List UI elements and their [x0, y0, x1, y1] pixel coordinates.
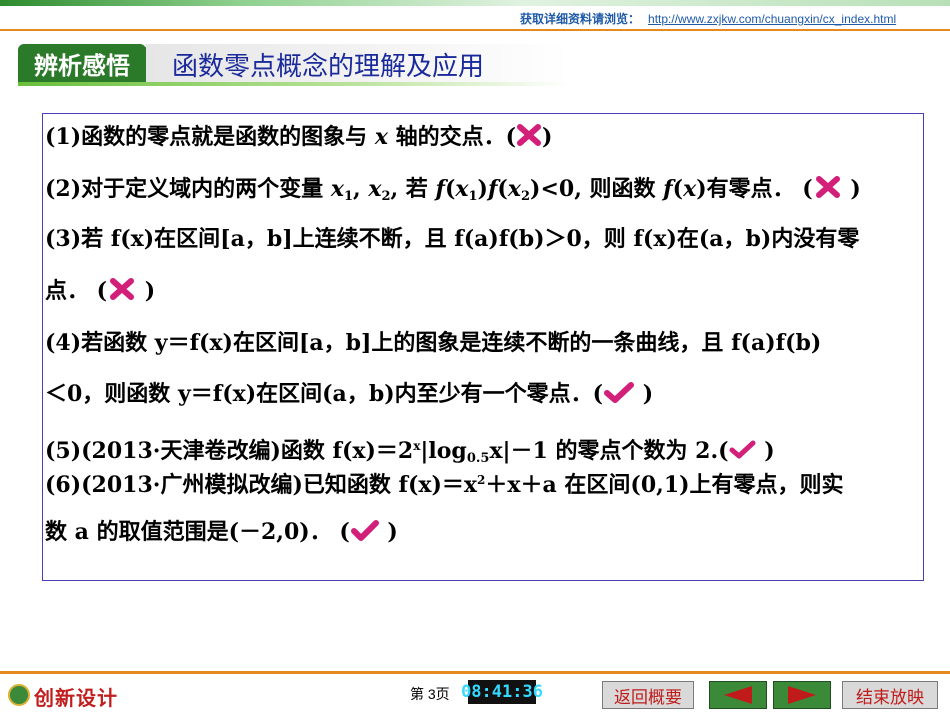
publisher-logo: 创新设计 [8, 680, 128, 710]
check-icon [603, 381, 635, 409]
back-to-summary-button[interactable]: 返回概要 [602, 681, 694, 709]
next-slide-button[interactable] [773, 681, 831, 709]
item-2-func: f [435, 176, 445, 202]
item-2-func: f [663, 176, 673, 202]
top-decor-strip [0, 0, 950, 6]
logo-emblem-icon [8, 684, 30, 706]
item-2-sub: 1 [468, 189, 478, 204]
item-5-text: |log [420, 438, 467, 464]
item-5-source: 天津卷改编 [160, 439, 271, 464]
check-icon [729, 439, 757, 465]
item-2-text: 有零点． [706, 176, 795, 202]
item-2: (2)对于定义域内的两个变量 x1, x2, 若 f(x1)f(x2)<0, 则… [45, 176, 861, 204]
item-5-text: (5)(2013· [45, 438, 161, 464]
item-2-var: x [507, 176, 521, 202]
item-2-paren: ) [696, 176, 707, 202]
item-2-paren: ( [444, 176, 456, 202]
item-3-line-1: (3)若 f(x)在区间[a，b]上连续不断，且 f(a)f(b)＞0，则 f(… [45, 226, 860, 252]
item-2-var: x [368, 176, 382, 202]
item-2-text: 对于定义域内的两个变量 [81, 176, 331, 202]
item-2-comma: , [352, 176, 369, 202]
resource-link-label: 获取详细资料请浏览： [520, 12, 641, 26]
item-2-var: x [683, 176, 697, 202]
cross-icon [813, 176, 843, 204]
check-icon [350, 519, 380, 547]
item-5-sub: 0.5 [466, 451, 490, 466]
footer-divider [0, 671, 950, 674]
page-number: 第 3页 [410, 686, 450, 702]
item-2-text: , 若 [390, 176, 436, 202]
arrow-left-icon [724, 686, 752, 704]
item-4-text: ＜0，则函数 y＝f(x)在区间(a，b)内至少有一个零点． [45, 381, 593, 407]
item-4-line-1: (4)若函数 y＝f(x)在区间[a，b]上的图象是连续不断的一条曲线，且 f(… [45, 330, 822, 356]
logo-text: 创新设计 [34, 686, 118, 710]
clock-display: 08:41:36 [461, 680, 543, 704]
item-3-text: 点． [45, 278, 90, 304]
item-6-text: ＋x＋a 在区间(0,1)上有零点，则实 [485, 472, 844, 498]
item-1-number: (1) [45, 124, 82, 150]
item-1-text: 函数的零点就是函数的图象与 [81, 124, 375, 150]
section-badge: 辨析感悟 [18, 44, 146, 82]
item-2-sub: 2 [520, 189, 531, 204]
item-5-text: x|－1 的零点个数为 2. [489, 438, 719, 464]
item-6-source: 广州模拟改编 [160, 473, 293, 498]
cross-icon [516, 124, 542, 152]
arrow-right-icon [788, 686, 816, 704]
item-2-text: , 则函数 [574, 176, 664, 202]
header-divider [0, 29, 950, 31]
item-5-text: )函数 f(x)＝2 [270, 438, 414, 464]
item-2-var: x [330, 176, 344, 202]
item-6-line-2: 数 a 的取值范围是(－2,0)． ( ) [45, 519, 398, 547]
prev-slide-button[interactable] [709, 681, 767, 709]
item-2-text: <0 [540, 176, 575, 202]
item-2-paren: ( [672, 176, 684, 202]
resource-link-url[interactable]: http://www.zxjkw.com/chuangxin/cx_index.… [648, 12, 896, 26]
section-title: 函数零点概念的理解及应用 [172, 52, 485, 82]
cross-icon [107, 278, 137, 306]
item-2-func: f [487, 176, 498, 202]
item-6-line-1: (6)(2013·广州模拟改编)已知函数 f(x)＝x2＋x＋a 在区间(0,1… [45, 467, 844, 499]
item-6-text: )已知函数 f(x)＝x [292, 472, 478, 498]
item-3-line-2: 点． ( ) [45, 278, 156, 306]
item-4-line-2: ＜0，则函数 y＝f(x)在区间(a，b)内至少有一个零点．( ) [45, 381, 654, 409]
item-2-var: x [455, 176, 469, 202]
item-6-text: (6)(2013· [45, 472, 161, 498]
item-2-paren: ( [497, 176, 508, 202]
item-2-paren: ) [530, 176, 541, 202]
item-1: (1)函数的零点就是函数的图象与 x 轴的交点．() [45, 124, 553, 152]
end-show-button[interactable]: 结束放映 [842, 681, 938, 709]
item-1-text-end: 轴的交点． [387, 124, 506, 150]
item-2-number: (2) [45, 176, 82, 202]
resource-link[interactable]: 获取详细资料请浏览： http://www.zxjkw.com/chuangxin… [520, 10, 896, 27]
item-6-text: 数 a 的取值范围是(－2,0)． [45, 519, 332, 545]
title-underbar [18, 82, 570, 86]
item-2-paren: ) [477, 176, 488, 202]
item-1-var: x [374, 124, 388, 150]
item-2-sub: 1 [343, 189, 353, 204]
